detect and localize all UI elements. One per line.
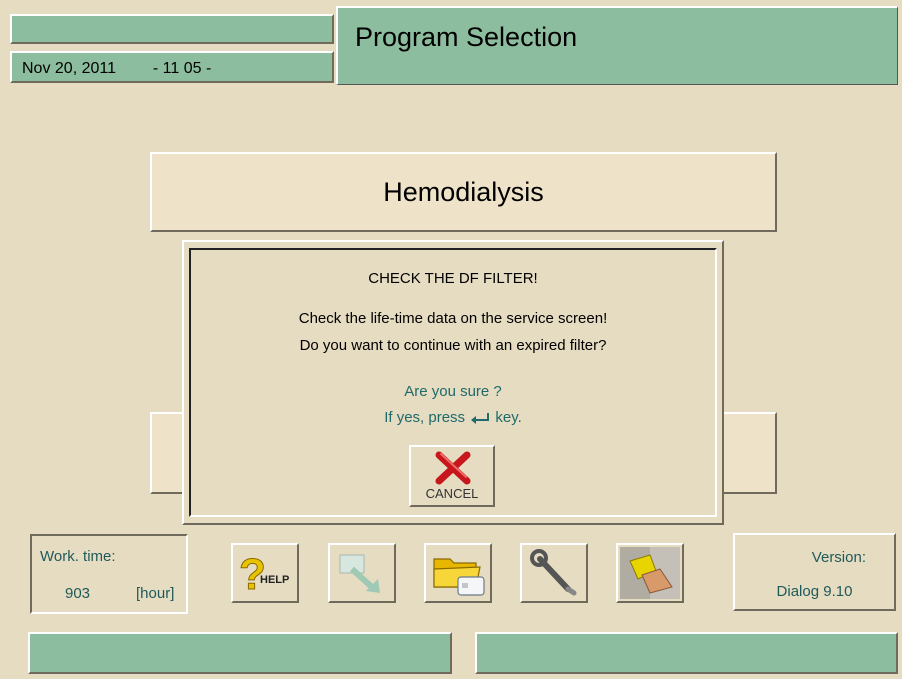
data-card-button[interactable]: [424, 543, 492, 603]
help-label: HELP: [260, 574, 290, 586]
help-button[interactable]: ? HELP: [231, 543, 299, 603]
dialog-frame: CHECK THE DF FILTER! Check the life-time…: [189, 248, 717, 517]
date-text: Nov 20, 2011: [22, 60, 116, 77]
disinfection-button[interactable]: [616, 543, 684, 603]
dialog-heading: CHECK THE DF FILTER!: [368, 270, 538, 287]
program-hemodialysis-button[interactable]: Hemodialysis: [150, 152, 777, 232]
hidden-program-button-left[interactable]: [150, 412, 186, 494]
status-bar-right: [475, 632, 898, 674]
version-label: Version:: [811, 549, 866, 566]
enter-key-icon: [471, 413, 490, 425]
date-time-display: Nov 20, 2011 - 11 05 -: [10, 51, 334, 83]
dialog-line-2: Do you want to continue with an expired …: [299, 337, 607, 354]
version-panel: Version: Dialog 9.10: [733, 533, 896, 611]
work-time-panel: Work. time: 903 [hour]: [30, 534, 188, 614]
cancel-x-icon: [435, 451, 471, 485]
work-time-value: 903: [65, 585, 91, 602]
work-time-unit: [hour]: [136, 585, 175, 602]
warning-dialog: CHECK THE DF FILTER! Check the life-time…: [182, 240, 724, 525]
header-blank-panel: [10, 14, 334, 44]
dialog-line-1: Check the life-time data on the service …: [298, 310, 608, 327]
status-bar-left: [28, 632, 452, 674]
cancel-label: CANCEL: [425, 486, 479, 501]
hidden-program-button-right[interactable]: [719, 412, 777, 494]
cancel-button[interactable]: CANCEL: [409, 445, 495, 507]
confirm-instruction: If yes, press key.: [191, 409, 715, 426]
version-value: Dialog 9.10: [776, 583, 853, 600]
help-icon: ?: [239, 550, 267, 600]
page-title: Program Selection: [355, 22, 578, 52]
service-button[interactable]: [520, 543, 588, 603]
folder-card-icon: [433, 558, 485, 596]
confirm-question: Are you sure ?: [404, 383, 502, 400]
confirm-instruction-prefix: If yes, press: [384, 409, 466, 426]
work-time-label: Work. time:: [40, 548, 116, 565]
import-data-icon: [339, 554, 380, 593]
confirm-instruction-suffix: key.: [495, 409, 522, 426]
title-bar: Program Selection: [336, 6, 898, 85]
cleaning-icon: [620, 547, 680, 599]
time-text: - 11 05 -: [152, 60, 212, 77]
program-label: Hemodialysis: [383, 176, 544, 207]
import-button[interactable]: [328, 543, 396, 603]
wrench-icon: [530, 549, 577, 596]
